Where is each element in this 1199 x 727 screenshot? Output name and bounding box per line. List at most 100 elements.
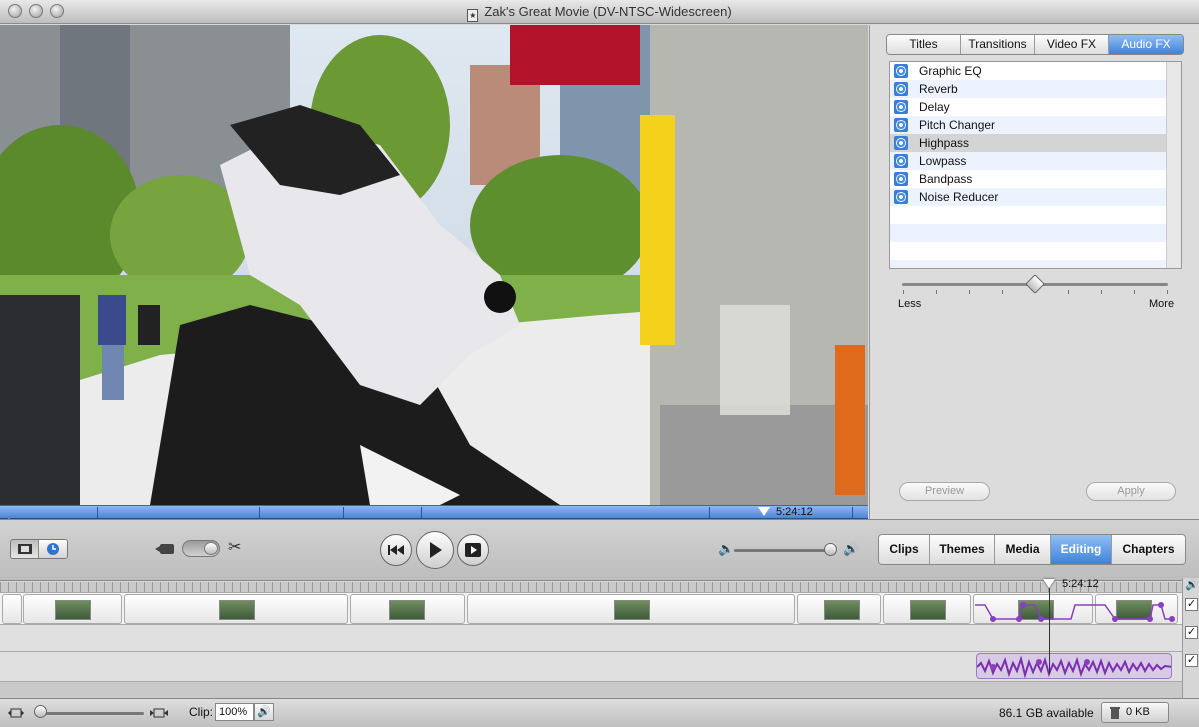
tab-audio-fx[interactable]: Audio FX (1109, 35, 1183, 54)
timeline-zoom-slider-track[interactable] (38, 712, 144, 715)
zoom-in-icon[interactable] (150, 707, 168, 719)
audio-effect-icon (894, 82, 908, 96)
play-icon (430, 542, 442, 558)
camera-icon (155, 544, 174, 554)
video-track[interactable] (0, 592, 1182, 625)
effect-delay[interactable]: Delay (890, 98, 1167, 116)
title-bar: ★ Zak's Great Movie (DV-NTSC-Widescreen) (0, 0, 1199, 24)
clip-boundary (343, 507, 344, 518)
clip-volume-speaker-icon[interactable]: 🔊 (254, 703, 274, 721)
volume-slider-knob[interactable] (824, 543, 837, 556)
tab-chapters[interactable]: Chapters (1112, 535, 1185, 564)
rewind-button[interactable] (380, 534, 412, 566)
speaker-icon: 🔊 (1185, 579, 1199, 591)
video-clip[interactable] (883, 594, 971, 624)
effect-label: Lowpass (919, 154, 967, 168)
play-fullscreen-button[interactable] (457, 534, 489, 566)
clip-volume-envelope[interactable] (975, 593, 1175, 626)
timeline-zoom-slider-knob[interactable] (34, 705, 47, 718)
tab-clips[interactable]: Clips (879, 535, 930, 564)
control-bar: ✂ 🔈 🔊 Clips Themes Media Editing Chapter… (0, 519, 1199, 581)
video-clip[interactable] (467, 594, 795, 624)
fx-tabs: Titles Transitions Video FX Audio FX (886, 34, 1184, 55)
track-mute-column: 🔊 ✓ ✓ ✓ (1182, 578, 1199, 698)
clip-thumbnail (910, 600, 946, 620)
effect-label: Highpass (919, 136, 970, 150)
scrubber-bar[interactable]: 5:24:12 (0, 505, 868, 519)
clip-volume-label: Clip: (189, 705, 214, 719)
slider-min-label: Less (898, 298, 922, 310)
window-title: Zak's Great Movie (DV-NTSC-Widescreen) (484, 4, 732, 19)
effect-graphic-eq[interactable]: Graphic EQ (890, 62, 1167, 80)
tab-themes[interactable]: Themes (930, 535, 995, 564)
video-clip[interactable] (23, 594, 122, 624)
scissors-icon[interactable]: ✂ (228, 537, 241, 557)
audio-clip[interactable] (976, 653, 1172, 679)
video-clip[interactable] (797, 594, 881, 624)
effect-pitch-changer[interactable]: Pitch Changer (890, 116, 1167, 134)
effect-lowpass[interactable]: Lowpass (890, 152, 1167, 170)
effect-label: Reverb (919, 82, 958, 96)
video-clip[interactable] (2, 594, 22, 624)
audio-track-1-checkbox[interactable]: ✓ (1185, 626, 1198, 639)
audio-effects-list[interactable]: Graphic EQ Reverb Delay Pitch Changer Hi… (889, 61, 1182, 269)
video-track-audio-checkbox[interactable]: ✓ (1185, 598, 1198, 611)
clip-thumbnail (389, 600, 425, 620)
video-clip[interactable] (350, 594, 465, 624)
rewind-icon (388, 545, 404, 555)
effect-reverb[interactable]: Reverb (890, 80, 1167, 98)
tab-video-fx[interactable]: Video FX (1035, 35, 1109, 54)
zoom-out-icon[interactable] (8, 707, 24, 719)
audio-track-1[interactable] (0, 625, 1182, 652)
audio-track-2[interactable] (0, 652, 1182, 682)
slider-tick (1167, 290, 1168, 294)
audio-effect-icon (894, 118, 908, 132)
effect-label: Bandpass (919, 172, 973, 186)
playhead-handle[interactable] (758, 507, 770, 516)
effect-noise-reducer[interactable]: Noise Reducer (890, 188, 1167, 206)
video-viewer[interactable] (0, 25, 868, 505)
scrubber-time: 5:24:12 (776, 506, 813, 518)
trash-icon (1110, 707, 1120, 719)
effect-highpass[interactable]: Highpass (890, 134, 1167, 152)
timeline-ruler[interactable] (0, 582, 1182, 592)
toggle-knob (204, 542, 218, 555)
tab-media[interactable]: Media (995, 535, 1051, 564)
audio-effect-icon (894, 190, 908, 204)
panel-tabs: Clips Themes Media Editing Chapters (878, 534, 1186, 565)
clip-volume-field[interactable]: 100% (215, 703, 254, 721)
clip-thumbnail (824, 600, 860, 620)
empty-row (890, 206, 1167, 224)
slider-tick (936, 290, 937, 294)
volume-slider-track[interactable] (734, 549, 832, 552)
timeline[interactable]: 5:24:12 🔊 ✓ ✓ ✓ (0, 578, 1199, 698)
status-bar: Clip: 100% 🔊 86.1 GB available 0 KB (0, 698, 1199, 727)
effect-bandpass[interactable]: Bandpass (890, 170, 1167, 188)
audio-effect-icon (894, 64, 908, 78)
video-frame (0, 25, 868, 505)
clip-boundary (852, 507, 853, 518)
timeline-playhead-handle[interactable] (1043, 579, 1055, 588)
clip-thumbnail (219, 600, 255, 620)
video-clip[interactable] (124, 594, 348, 624)
audio-track-2-checkbox[interactable]: ✓ (1185, 654, 1198, 667)
effect-amount-slider-thumb[interactable] (1025, 274, 1045, 294)
tab-editing[interactable]: Editing (1051, 535, 1112, 564)
disk-space-available: 86.1 GB available (999, 706, 1094, 720)
audio-fx-panel: Titles Transitions Video FX Audio FX Gra… (869, 25, 1199, 519)
camera-edit-mode-toggle[interactable] (182, 540, 220, 557)
preview-button[interactable]: Preview (899, 482, 990, 501)
clip-thumbnail (55, 600, 91, 620)
tab-transitions[interactable]: Transitions (961, 35, 1035, 54)
effects-scrollbar[interactable] (1166, 62, 1181, 268)
play-button[interactable] (416, 531, 454, 569)
apply-button[interactable]: Apply (1086, 482, 1176, 501)
clip-boundary (97, 507, 98, 518)
trash-button[interactable]: 0 KB (1101, 702, 1169, 723)
play-fullscreen-icon (465, 543, 481, 557)
slider-tick (903, 290, 904, 294)
effect-label: Noise Reducer (919, 190, 999, 204)
tab-titles[interactable]: Titles (887, 35, 961, 54)
timeline-view-button[interactable] (39, 540, 67, 558)
clip-view-button[interactable] (11, 540, 39, 558)
